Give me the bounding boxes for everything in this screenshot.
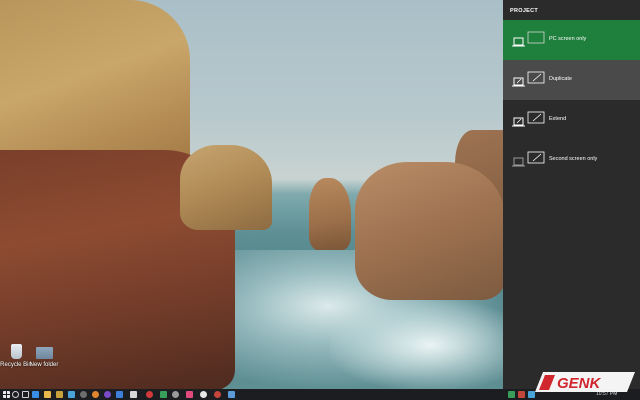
genk-logo: GENK bbox=[535, 372, 635, 392]
mail-icon[interactable] bbox=[116, 391, 123, 398]
option-pc-screen-only[interactable]: PC screen only bbox=[503, 20, 640, 60]
search-icon[interactable] bbox=[12, 391, 19, 398]
app-icon[interactable] bbox=[228, 391, 235, 398]
project-panel: PROJECT PC screen only Duplicate Extend bbox=[503, 0, 640, 389]
option-label: Duplicate bbox=[549, 76, 572, 82]
sea-rock bbox=[355, 162, 505, 300]
sea-foam bbox=[330, 300, 530, 389]
store-icon[interactable] bbox=[130, 391, 137, 398]
panel-title: PROJECT bbox=[510, 8, 539, 14]
app-icon[interactable] bbox=[160, 391, 167, 398]
folder-icon bbox=[35, 347, 53, 359]
task-view-icon[interactable] bbox=[22, 391, 29, 398]
option-label: Second screen only bbox=[549, 156, 598, 162]
app-icon[interactable] bbox=[68, 391, 75, 398]
app-icon[interactable] bbox=[214, 391, 221, 398]
recycle-bin-icon bbox=[10, 344, 22, 359]
app-icon[interactable] bbox=[146, 391, 153, 398]
pc-screen-only-icon bbox=[512, 31, 545, 47]
app-icon[interactable] bbox=[172, 391, 179, 398]
sea-rock bbox=[309, 178, 351, 250]
app-icon[interactable] bbox=[200, 391, 207, 398]
option-second-screen-only[interactable]: Second screen only bbox=[503, 140, 640, 180]
app-icon[interactable] bbox=[518, 391, 525, 398]
desktop-icon-label: New folder bbox=[29, 362, 59, 368]
app-icon[interactable] bbox=[508, 391, 515, 398]
app-icon[interactable] bbox=[104, 391, 111, 398]
explorer-icon[interactable] bbox=[44, 391, 51, 398]
option-label: PC screen only bbox=[549, 36, 587, 42]
app-icon[interactable] bbox=[92, 391, 99, 398]
option-duplicate[interactable]: Duplicate bbox=[503, 60, 640, 100]
option-extend[interactable]: Extend bbox=[503, 100, 640, 140]
sea-rock bbox=[180, 145, 272, 230]
app-icon[interactable] bbox=[186, 391, 193, 398]
desktop-icon-new-folder[interactable]: New folder bbox=[28, 344, 60, 368]
extend-icon bbox=[512, 111, 545, 127]
start-icon[interactable] bbox=[3, 391, 10, 398]
second-screen-only-icon bbox=[512, 151, 545, 167]
app-icon[interactable] bbox=[80, 391, 87, 398]
app-icon[interactable] bbox=[56, 391, 63, 398]
svg-text:GENK: GENK bbox=[557, 375, 602, 392]
option-label: Extend bbox=[549, 116, 567, 122]
edge-icon[interactable] bbox=[32, 391, 39, 398]
duplicate-icon bbox=[512, 71, 545, 87]
